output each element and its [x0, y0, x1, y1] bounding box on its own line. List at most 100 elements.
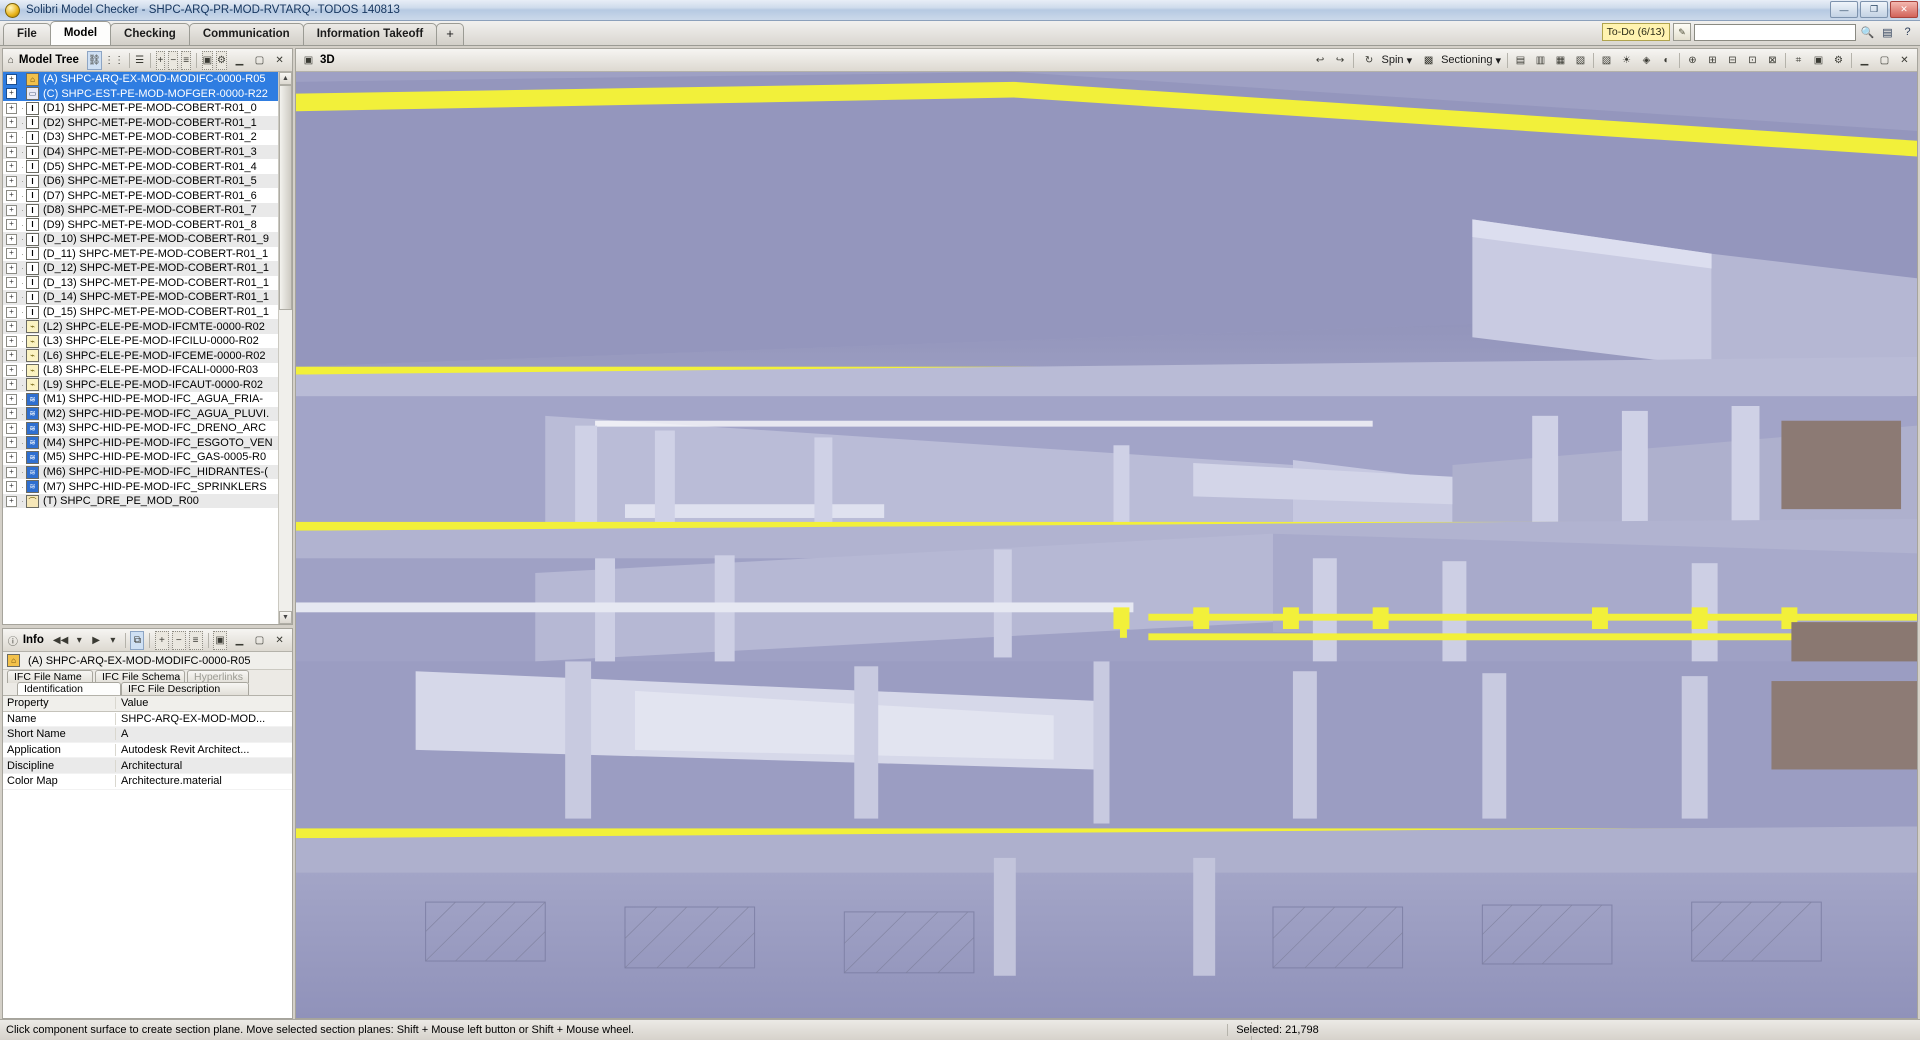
spin-caret-icon[interactable]: ▾	[1407, 54, 1413, 67]
model-tree-item[interactable]: + · ≋ (M7) SHPC-HID-PE-MOD-IFC_SPRINKLERS	[3, 479, 292, 494]
model-tree-item[interactable]: + · ⌁ (L9) SHPC-ELE-PE-MOD-IFCAUT-0000-R02	[3, 377, 292, 393]
binoculars-icon[interactable]: 🔍	[1859, 24, 1876, 40]
zoom-fit-icon[interactable]: ⊡	[1743, 51, 1762, 70]
tree-expand-icon[interactable]: +	[6, 321, 17, 333]
panel-icon[interactable]: ▣	[213, 630, 228, 650]
spin-button[interactable]: ↻ Spin ▾	[1357, 51, 1416, 69]
model-tree-item[interactable]: + · ≋ (M3) SHPC-HID-PE-MOD-IFC_DRENO_ARC	[3, 421, 292, 436]
layers-icon[interactable]: ☰	[134, 51, 145, 70]
scroll-up-button[interactable]: ▲	[279, 72, 292, 85]
panel-close-icon[interactable]: ✕	[270, 631, 289, 650]
tree-expand-icon[interactable]: +	[6, 379, 17, 391]
model-tree-scrollbar[interactable]: ▲ ▼	[278, 72, 292, 624]
tree-expand-icon[interactable]: +	[6, 190, 17, 202]
model-tree-list[interactable]: + ⌂ (A) SHPC-ARQ-EX-MOD-MODIFC-0000-R05 + ▭ (…	[3, 72, 292, 624]
model-tree-item[interactable]: + · I (D8) SHPC-MET-PE-MOD-COBERT-R01_7	[3, 202, 292, 218]
tree-expand-icon[interactable]: +	[6, 117, 17, 129]
nav-prev-icon[interactable]: ◀◀	[52, 631, 69, 650]
tree-expand-icon[interactable]: +	[6, 131, 17, 143]
model-tree-item[interactable]: + · I (D_13) SHPC-MET-PE-MOD-COBERT-R01_1	[3, 276, 292, 291]
model-tree-item[interactable]: + · I (D_15) SHPC-MET-PE-MOD-COBERT-R01_1	[3, 305, 292, 320]
model-tree-item[interactable]: + · ≋ (M1) SHPC-HID-PE-MOD-IFC_AGUA_FRIA-	[3, 392, 292, 407]
walls-icon[interactable]: ▥	[1531, 51, 1550, 70]
panel-maximize-icon[interactable]: ▢	[1875, 51, 1894, 70]
tree-expand-icon[interactable]: +	[6, 364, 17, 376]
tree-expand-icon[interactable]: +	[6, 219, 17, 231]
tree-expand-icon[interactable]: +	[6, 88, 17, 100]
close-button[interactable]: ✕	[1890, 1, 1918, 18]
model-tree-item[interactable]: + · I (D_14) SHPC-MET-PE-MOD-COBERT-R01_1	[3, 290, 292, 305]
todo-search-input[interactable]	[1694, 23, 1856, 41]
collapse-icon[interactable]: −	[168, 50, 179, 70]
property-row[interactable]: Name SHPC-ARQ-EX-MOD-MOD...	[3, 712, 292, 728]
panel-minimize-icon[interactable]: ▁	[230, 631, 249, 650]
nav-next-icon[interactable]: ▶	[89, 631, 103, 650]
help-icon[interactable]: ?	[1899, 24, 1916, 40]
model-tree-item[interactable]: + · I (D6) SHPC-MET-PE-MOD-COBERT-R01_5	[3, 173, 292, 189]
tree-expand-icon[interactable]: +	[6, 248, 17, 260]
model-tree-item[interactable]: + · ≋ (M6) SHPC-HID-PE-MOD-IFC_HIDRANTES-(	[3, 464, 292, 480]
settings-icon[interactable]: ⚙	[216, 50, 228, 70]
box-icon[interactable]: ▤	[1511, 51, 1530, 70]
zoom-area-icon[interactable]: ⊠	[1763, 51, 1782, 70]
tree-expand-icon[interactable]: +	[6, 277, 17, 289]
tree-expand-icon[interactable]: +	[6, 161, 17, 173]
shade-icon[interactable]: ◐	[1657, 51, 1676, 70]
redo-arrow-icon[interactable]: ↪	[1331, 51, 1350, 70]
expand-icon[interactable]: +	[155, 630, 169, 650]
camera-icon[interactable]: ◈	[1637, 51, 1656, 70]
property-row[interactable]: Short Name A	[3, 727, 292, 743]
model-tree-item[interactable]: + · I (D_12) SHPC-MET-PE-MOD-COBERT-R01_1	[3, 261, 292, 276]
tab-file[interactable]: File	[3, 23, 51, 45]
tree-expand-icon[interactable]: +	[6, 146, 17, 158]
tab-information-takeoff[interactable]: Information Takeoff	[302, 23, 438, 45]
model-tree-item[interactable]: + · ≋ (M4) SHPC-HID-PE-MOD-IFC_ESGOTO_VEN	[3, 435, 292, 451]
model-3d-canvas[interactable]	[296, 72, 1917, 1018]
list-icon[interactable]: ≡	[181, 50, 192, 70]
panel-minimize-icon[interactable]: ▁	[1855, 51, 1874, 70]
list-icon[interactable]: ≡	[188, 630, 203, 650]
panel-maximize-icon[interactable]: ▢	[250, 631, 269, 650]
tab-model[interactable]: Model	[49, 21, 112, 45]
nav-next-menu-icon[interactable]: ▾	[106, 631, 120, 650]
tree-expand-icon[interactable]: +	[6, 495, 17, 507]
tree-expand-icon[interactable]: +	[6, 422, 17, 434]
model-tree-item[interactable]: + · I (D4) SHPC-MET-PE-MOD-COBERT-R01_3	[3, 144, 292, 160]
tree-expand-icon[interactable]: +	[6, 233, 17, 245]
tab-add-new[interactable]: +	[436, 23, 464, 45]
tab-identification[interactable]: Identification	[17, 682, 121, 695]
tree-expand-icon[interactable]: +	[6, 408, 17, 420]
property-row[interactable]: Application Autodesk Revit Architect...	[3, 743, 292, 759]
light-icon[interactable]: ☀	[1617, 51, 1636, 70]
property-row[interactable]: Color Map Architecture.material	[3, 774, 292, 790]
tree-expand-icon[interactable]: +	[6, 481, 17, 493]
tree-expand-icon[interactable]: +	[6, 175, 17, 187]
sectioning-button[interactable]: ▩ Sectioning ▾	[1416, 51, 1504, 69]
floors-icon[interactable]: ▦	[1551, 51, 1570, 70]
snapshot-icon[interactable]: ▣	[1809, 51, 1828, 70]
model-tree-item[interactable]: + · I (D7) SHPC-MET-PE-MOD-COBERT-R01_6	[3, 188, 292, 203]
model-tree-item[interactable]: + · I (D2) SHPC-MET-PE-MOD-COBERT-R01_1	[3, 115, 292, 131]
tab-ifc-file-description[interactable]: IFC File Description	[121, 682, 249, 695]
tree-expand-icon[interactable]: +	[6, 451, 17, 463]
target-icon[interactable]: ⊕	[1683, 51, 1702, 70]
tab-communication[interactable]: Communication	[188, 23, 304, 45]
panel-close-icon[interactable]: ✕	[1895, 51, 1914, 70]
tree-expand-icon[interactable]: +	[6, 437, 17, 449]
scroll-down-button[interactable]: ▼	[279, 611, 292, 624]
todo-badge[interactable]: To-Do (6/13)	[1601, 23, 1670, 41]
room-icon[interactable]: ▧	[1571, 51, 1590, 70]
zoom-out-icon[interactable]: ⊟	[1723, 51, 1742, 70]
structure-icon[interactable]: ⋮⋮	[104, 51, 124, 70]
minimize-button[interactable]: —	[1830, 1, 1858, 18]
tree-expand-icon[interactable]: +	[6, 73, 17, 85]
model-tree-item[interactable]: + · I (D3) SHPC-MET-PE-MOD-COBERT-R01_2	[3, 130, 292, 145]
panel-minimize-icon[interactable]: ▁	[230, 51, 249, 70]
settings-icon[interactable]: ⚙	[1829, 51, 1848, 70]
tree-expand-icon[interactable]: +	[6, 335, 17, 347]
model-tree-item[interactable]: + · I (D5) SHPC-MET-PE-MOD-COBERT-R01_4	[3, 159, 292, 174]
property-table[interactable]: Property Value Name SHPC-ARQ-EX-MOD-MOD..…	[3, 696, 292, 1018]
tree-expand-icon[interactable]: +	[6, 466, 17, 478]
model-tree-item[interactable]: + · ⌒ (T) SHPC_DRE_PE_MOD_R00	[3, 493, 292, 509]
measure-icon[interactable]: ⌗	[1789, 51, 1808, 70]
